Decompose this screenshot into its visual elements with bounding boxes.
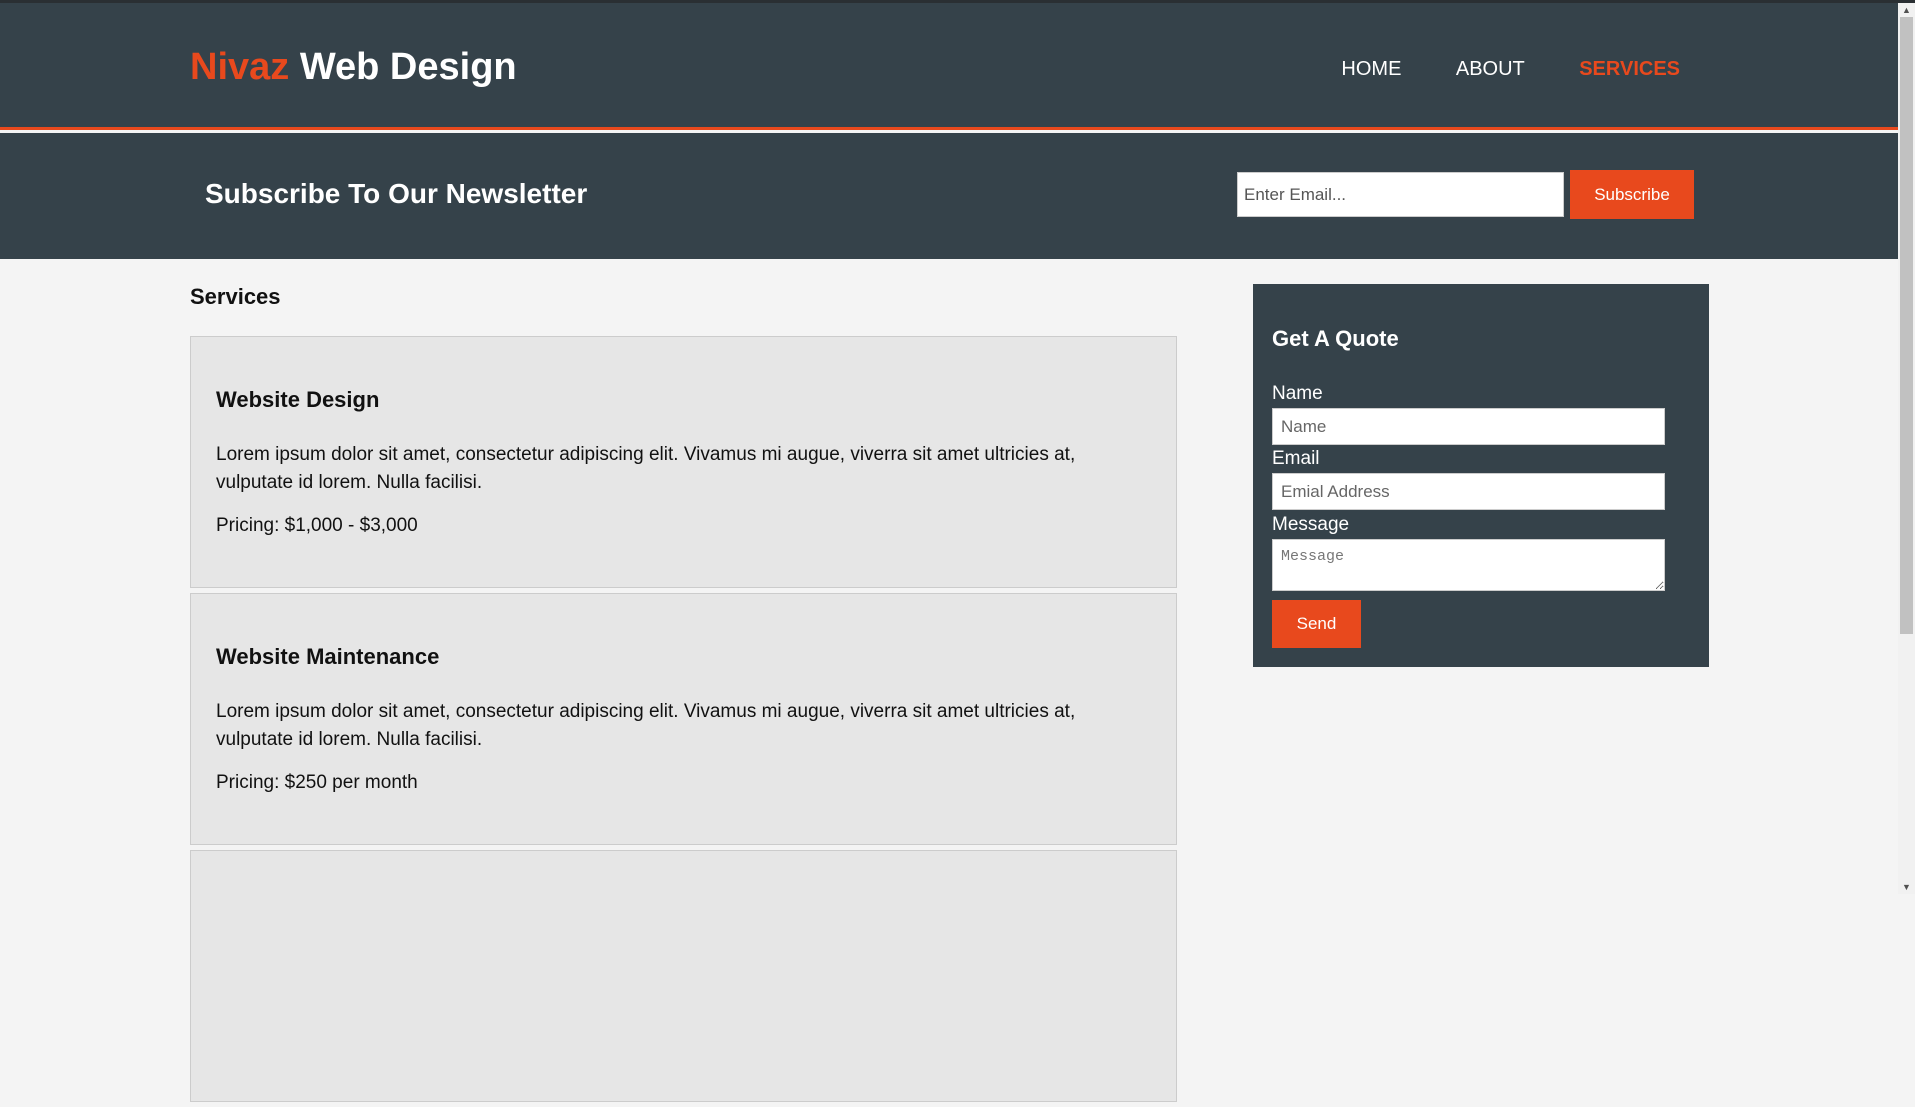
scroll-thumb[interactable] [1900,17,1913,634]
nav-home-link[interactable]: HOME [1341,59,1401,79]
service-pricing: Pricing: $1,000 - $3,000 [216,515,418,536]
scroll-up-arrow-icon[interactable]: ▲ [1898,3,1915,17]
nav-services-link[interactable]: SERVICES [1579,59,1680,79]
newsletter-email-input[interactable] [1237,172,1564,217]
newsletter-title: Subscribe To Our Newsletter [205,178,588,209]
service-title: Website Design [216,387,380,412]
quote-title: Get A Quote [1272,326,1399,351]
service-card [190,850,1177,1102]
message-textarea[interactable] [1272,539,1665,591]
name-input[interactable] [1272,408,1665,445]
message-label: Message [1272,514,1350,535]
page-scrollbar[interactable]: ▲ ▼ [1898,3,1915,894]
email-label: Email [1272,448,1320,469]
nav-about-link[interactable]: ABOUT [1456,59,1525,79]
name-label: Name [1272,383,1323,404]
service-description: Lorem ipsum dolor sit amet, consectetur … [216,701,1076,750]
main-nav: HOME ABOUT SERVICES [1291,59,1680,80]
brand-highlight: Nivaz [190,46,290,88]
service-card: Website Design Lorem ipsum dolor sit ame… [190,336,1177,588]
service-title: Website Maintenance [216,644,440,669]
service-description: Lorem ipsum dolor sit amet, consectetur … [216,444,1076,493]
subscribe-button[interactable]: Subscribe [1570,170,1694,219]
page-title: Services [190,284,281,309]
email-input[interactable] [1272,473,1665,510]
site-logo[interactable]: Nivaz Web Design [190,48,517,86]
brand-rest: Web Design [289,46,517,88]
services-list: Website Design Lorem ipsum dolor sit ame… [190,336,1177,1107]
newsletter-section: Subscribe To Our Newsletter Subscribe [0,133,1898,259]
service-card: Website Maintenance Lorem ipsum dolor si… [190,593,1177,845]
site-header: Nivaz Web Design HOME ABOUT SERVICES [0,3,1898,130]
scroll-down-arrow-icon[interactable]: ▼ [1898,880,1915,894]
send-button[interactable]: Send [1272,600,1361,648]
quote-form: Get A Quote Name Email Message Send [1253,284,1709,667]
service-pricing: Pricing: $250 per month [216,772,418,793]
